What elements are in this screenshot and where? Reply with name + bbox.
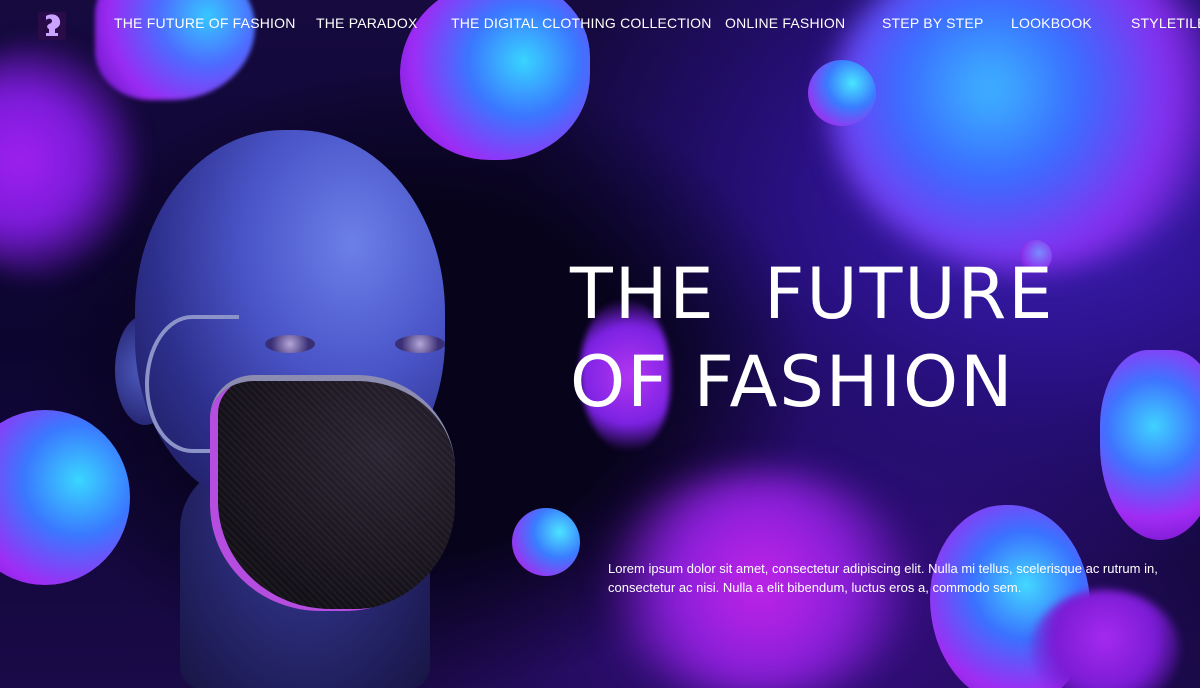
nav-item-future-of-fashion[interactable]: THE FUTURE OF FASHION bbox=[114, 15, 296, 31]
mannequin-eye bbox=[265, 335, 315, 353]
hero-title-line: THE FUTURE bbox=[570, 253, 1055, 335]
nav-item-lookbook[interactable]: LOOKBOOK bbox=[1011, 15, 1092, 31]
hero-title-line: OF FASHION bbox=[570, 341, 1015, 423]
hero-description: Lorem ipsum dolor sit amet, consectetur … bbox=[608, 561, 1158, 595]
face-mask bbox=[210, 375, 455, 611]
nav-item-digital-clothing-collection[interactable]: THE DIGITAL CLOTHING COLLECTION bbox=[451, 15, 712, 31]
nav-item-styletile[interactable]: STYLETILE bbox=[1131, 15, 1200, 31]
landing-page: THE FUTURE OF FASHION THE PARADOX THE DI… bbox=[0, 0, 1200, 688]
top-navigation: THE FUTURE OF FASHION THE PARADOX THE DI… bbox=[0, 0, 1200, 46]
nav-item-online-fashion[interactable]: ONLINE FASHION bbox=[725, 15, 845, 31]
background-blob bbox=[808, 60, 876, 126]
hero-title: THE FUTURE OF FASHION bbox=[570, 250, 1055, 426]
nav-item-paradox[interactable]: THE PARADOX bbox=[316, 15, 418, 31]
hero-mannequin-image bbox=[60, 130, 540, 688]
background-blob bbox=[1100, 350, 1200, 540]
mannequin-eye bbox=[395, 335, 445, 353]
nav-item-step-by-step[interactable]: STEP BY STEP bbox=[882, 15, 983, 31]
background-blob bbox=[512, 508, 580, 576]
mannequin-head-logo-icon[interactable] bbox=[38, 12, 66, 40]
